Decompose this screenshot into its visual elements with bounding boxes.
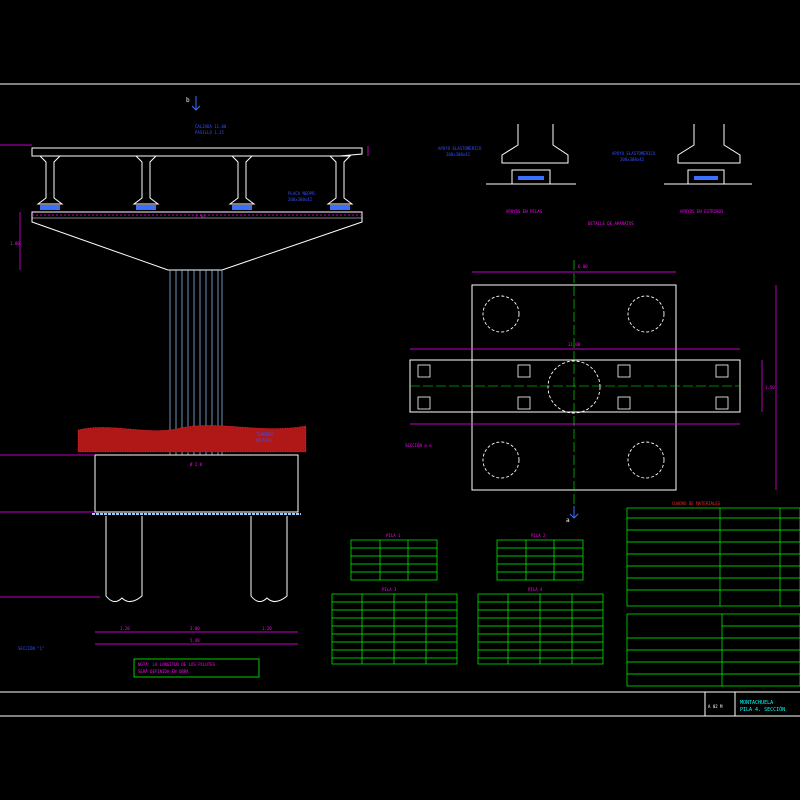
svg-text:APOYO ELASTOMÉRICO: APOYO ELASTOMÉRICO bbox=[438, 146, 482, 151]
bridge-pier-drawing: 1.50 Ø 2.0 1.20 3.00 1.20 5.40 1.80 CALZ… bbox=[0, 83, 800, 717]
pile-table-titles: PILA 1 PILA 2 PILA 3 PILA 4 bbox=[382, 533, 546, 592]
svg-text:1.80: 1.80 bbox=[10, 241, 20, 246]
top-view-marker: b bbox=[186, 97, 190, 104]
svg-text:Ø 2.0: Ø 2.0 bbox=[190, 462, 203, 467]
sheet-subtitle: PILA 4. SECCIÓN bbox=[740, 706, 785, 713]
bottom-view-marker: a bbox=[566, 517, 570, 524]
plan-bearings bbox=[417, 364, 729, 410]
pier-elevation: 1.50 Ø 2.0 1.20 3.00 1.20 5.40 1.80 CALZ… bbox=[0, 96, 369, 678]
svg-text:PILA 4: PILA 4 bbox=[528, 587, 543, 592]
pile-tables bbox=[331, 539, 604, 665]
pier-cap bbox=[31, 211, 363, 271]
pier-plan: 6.00 11.00 1.50 SECCIÓN a-a a bbox=[405, 260, 777, 524]
svg-text:SERÁ DEFINIDA EN OBRA: SERÁ DEFINIDA EN OBRA bbox=[138, 669, 189, 674]
svg-text:200x300x42: 200x300x42 bbox=[446, 152, 471, 157]
svg-text:NOTA: LA LONGITUD DE LOS PILOT: NOTA: LA LONGITUD DE LOS PILOTES bbox=[138, 662, 216, 667]
svg-text:PILA 3: PILA 3 bbox=[382, 587, 397, 592]
svg-text:200x300x42: 200x300x42 bbox=[620, 157, 645, 162]
bearings bbox=[40, 205, 350, 210]
svg-text:APOYO ELASTOMÉRICO: APOYO ELASTOMÉRICO bbox=[612, 151, 656, 156]
svg-text:PILA 1: PILA 1 bbox=[386, 533, 401, 538]
elevation-notes: CALZADA 11.00 PASILLO 1.25 PLACA NEOPR. … bbox=[18, 124, 317, 651]
materials-table bbox=[626, 507, 800, 687]
svg-text:1.20: 1.20 bbox=[262, 626, 272, 631]
svg-text:200x300x42: 200x300x42 bbox=[288, 197, 313, 202]
piles bbox=[105, 516, 288, 602]
materials-table-title: CUADRO DE MATERIALES bbox=[672, 501, 721, 506]
title-block: A 02 M MONTACHUELA PILA 4. SECCIÓN bbox=[708, 700, 785, 713]
svg-text:NATURAL: NATURAL bbox=[256, 438, 273, 443]
plan-piles bbox=[482, 295, 665, 479]
project-title: MONTACHUELA bbox=[740, 700, 773, 706]
svg-text:6.00: 6.00 bbox=[578, 264, 588, 269]
sheet-code: A 02 M bbox=[708, 704, 723, 709]
svg-text:1.50: 1.50 bbox=[195, 214, 205, 219]
detail-label-piers: APOYOS EN PILAS bbox=[506, 209, 543, 214]
svg-text:CALZADA 11.00: CALZADA 11.00 bbox=[195, 124, 227, 129]
svg-text:5.40: 5.40 bbox=[190, 638, 200, 643]
svg-text:PASILLO 1.25: PASILLO 1.25 bbox=[195, 130, 224, 135]
svg-text:1.50: 1.50 bbox=[765, 385, 775, 390]
svg-text:PLACA NEOPR.: PLACA NEOPR. bbox=[288, 191, 317, 196]
svg-text:TERRENO: TERRENO bbox=[256, 432, 273, 437]
svg-text:1.20: 1.20 bbox=[120, 626, 130, 631]
detail-label-abutments: APOYOS EN ESTRIBOS bbox=[680, 209, 724, 214]
elevation-dimensions bbox=[0, 144, 369, 645]
section-caption: DETALLE DE APARATOS bbox=[588, 221, 634, 226]
bearing-details: APOYO ELASTOMÉRICO 200x300x42 APOYO ELAS… bbox=[438, 124, 752, 226]
svg-text:11.00: 11.00 bbox=[568, 342, 581, 347]
deck-slab bbox=[31, 147, 363, 157]
sheet-frame bbox=[0, 83, 800, 717]
plan-view-label: SECCIÓN a-a bbox=[405, 443, 432, 448]
svg-text:SECCIÓN "1": SECCIÓN "1" bbox=[18, 646, 45, 651]
svg-text:PILA 2: PILA 2 bbox=[531, 533, 546, 538]
svg-text:3.00: 3.00 bbox=[190, 626, 200, 631]
